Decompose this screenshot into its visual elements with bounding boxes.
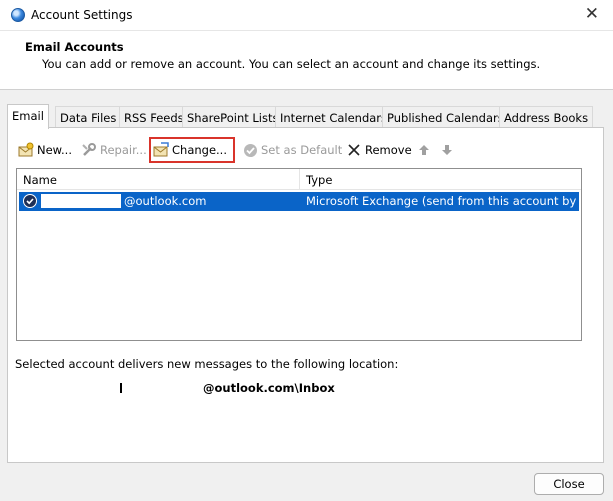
header-description: You can add or remove an account. You ca…: [42, 57, 541, 71]
tab-sharepoint-lists[interactable]: SharePoint Lists: [182, 106, 284, 128]
close-icon: [346, 142, 362, 158]
set-as-default-label: Set as Default: [261, 143, 343, 157]
close-button[interactable]: Close: [534, 473, 604, 495]
account-type: Microsoft Exchange (send from this accou…: [306, 194, 578, 208]
wrench-icon: [81, 142, 97, 158]
header-title: Email Accounts: [25, 40, 124, 54]
column-type-header[interactable]: Type: [306, 173, 332, 187]
delivery-location-value: @outlook.com\Inbox: [203, 381, 335, 395]
change-label: Change...: [172, 143, 227, 157]
title-bar: Account Settings ✕: [0, 0, 613, 31]
new-button[interactable]: New...: [18, 139, 72, 161]
column-divider[interactable]: [299, 169, 300, 190]
move-down-button[interactable]: [439, 139, 455, 161]
account-toolbar: New... Repair... Change... Set as Defaul…: [16, 137, 596, 163]
tab-address-books[interactable]: Address Books: [499, 106, 594, 128]
redacted-username: [41, 194, 121, 208]
arrow-up-icon: [416, 142, 432, 158]
tab-email[interactable]: Email: [7, 104, 49, 129]
new-label: New...: [37, 143, 72, 157]
tab-published-calendars[interactable]: Published Calendars: [382, 106, 509, 128]
outlook-globe-icon: [11, 8, 25, 22]
arrow-down-icon: [439, 142, 455, 158]
repair-label: Repair...: [100, 143, 147, 157]
tab-internet-calendars[interactable]: Internet Calendars: [275, 106, 393, 128]
dialog-header: Email Accounts You can add or remove an …: [0, 31, 613, 90]
tab-rss-feeds[interactable]: RSS Feeds: [119, 106, 189, 128]
delivery-location-label: Selected account delivers new messages t…: [15, 357, 399, 371]
move-up-button[interactable]: [416, 139, 432, 161]
remove-label: Remove: [365, 143, 412, 157]
tab-data-files[interactable]: Data Files: [55, 106, 122, 128]
window-title: Account Settings: [31, 8, 133, 22]
list-header: Name Type: [17, 169, 581, 190]
repair-button[interactable]: Repair...: [81, 139, 147, 161]
redacted-delivery-username: [122, 381, 204, 394]
table-row[interactable]: @outlook.com Microsoft Exchange (send fr…: [19, 192, 579, 211]
column-name-header[interactable]: Name: [23, 173, 57, 187]
change-account-icon: [153, 142, 169, 158]
window-close-icon[interactable]: ✕: [585, 4, 599, 24]
change-button[interactable]: Change...: [153, 139, 227, 161]
new-account-icon: [18, 142, 34, 158]
set-as-default-button[interactable]: Set as Default: [242, 139, 342, 161]
default-account-check-icon: [23, 194, 37, 208]
email-tab-panel: New... Repair... Change... Set as Defaul…: [7, 127, 604, 463]
accounts-list: Name Type @outlook.com Microsoft Exchang…: [16, 168, 582, 341]
remove-button[interactable]: Remove: [346, 139, 412, 161]
check-circle-icon: [242, 142, 258, 158]
account-name: @outlook.com: [124, 194, 207, 208]
